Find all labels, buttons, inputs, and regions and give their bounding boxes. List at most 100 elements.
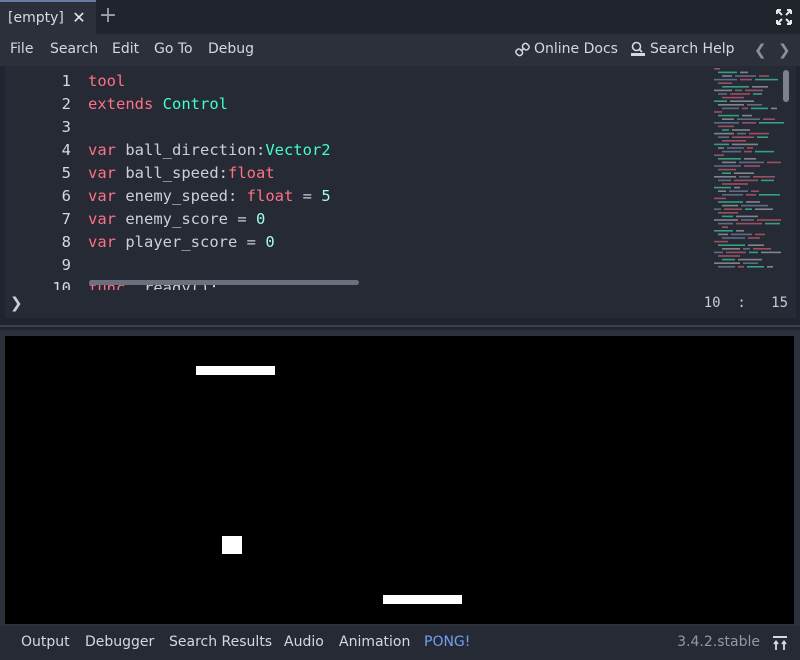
- menu-go-to[interactable]: Go To: [154, 41, 193, 57]
- minimap-line: [747, 147, 753, 149]
- expand-panel-icon[interactable]: [772, 635, 788, 651]
- code-token: 5: [321, 187, 331, 205]
- minimap-line: [742, 114, 752, 117]
- minimap-line: [722, 118, 734, 120]
- close-icon[interactable]: ✕: [72, 10, 86, 26]
- online-docs-button[interactable]: Online Docs: [515, 41, 618, 57]
- minimap-line: [747, 104, 762, 106]
- minimap-line: [722, 161, 736, 164]
- line-number: 4: [61, 141, 71, 159]
- code-token: var: [88, 233, 116, 251]
- minimap-line: [759, 122, 784, 124]
- menu-debug[interactable]: Debug: [208, 41, 254, 57]
- minimap-line: [736, 230, 744, 232]
- horizontal-scrollbar[interactable]: [89, 280, 359, 285]
- minimap-line: [744, 150, 752, 153]
- tab-search-results[interactable]: Search Results: [169, 634, 272, 650]
- code-minimap[interactable]: [710, 66, 788, 276]
- code-editor[interactable]: 1 2 3 4 5 6 7 8 9 10 tool extends Control var ball…: [5, 66, 796, 290]
- minimap-line: [718, 233, 728, 236]
- minimap-line: [722, 172, 731, 174]
- minimap-line: [718, 82, 732, 84]
- line-number: 7: [61, 210, 71, 228]
- minimap-line: [722, 204, 738, 207]
- minimap-line: [714, 89, 732, 92]
- minimap-line: [714, 230, 733, 232]
- minimap-line: [730, 100, 754, 102]
- line-number: 2: [61, 95, 71, 113]
- panel-splitter[interactable]: [0, 325, 800, 327]
- minimap-line: [714, 132, 734, 135]
- minimap-line: [757, 219, 781, 221]
- minimap-line: [714, 219, 738, 221]
- minimap-line: [718, 125, 734, 128]
- minimap-line: [718, 201, 743, 203]
- tab-pong[interactable]: PONG!: [424, 634, 470, 650]
- minimap-line: [737, 132, 746, 135]
- add-tab-icon[interactable]: +: [98, 5, 118, 28]
- minimap-line: [755, 233, 765, 236]
- minimap-line: [746, 194, 756, 196]
- minimap-line: [740, 71, 748, 74]
- code-token: var: [88, 210, 116, 228]
- minimap-line: [742, 107, 748, 110]
- minimap-line: [718, 244, 745, 246]
- minimap-line: [757, 136, 768, 138]
- history-forward-icon[interactable]: ❯: [778, 41, 791, 59]
- minimap-line: [714, 176, 736, 178]
- line-number: 10: [52, 279, 71, 290]
- vertical-scrollbar[interactable]: [783, 70, 789, 102]
- tab-animation[interactable]: Animation: [339, 634, 410, 650]
- tab-debugger[interactable]: Debugger: [85, 634, 154, 650]
- line-number: 1: [61, 72, 71, 90]
- minimap-line: [714, 251, 723, 254]
- minimap-line: [741, 204, 768, 207]
- history-back-icon[interactable]: ❮: [754, 41, 767, 59]
- line-number-gutter: 1 2 3 4 5 6 7 8 9 10: [5, 70, 71, 290]
- code-token: enemy_speed:: [116, 187, 247, 205]
- line-number: 8: [61, 233, 71, 251]
- minimap-line: [718, 266, 735, 268]
- fullscreen-icon[interactable]: [776, 9, 792, 25]
- code-token: float: [227, 164, 275, 182]
- minimap-line: [761, 251, 781, 254]
- code-token: var: [88, 164, 116, 182]
- minimap-line: [714, 68, 720, 70]
- enemy-paddle: [196, 366, 275, 375]
- engine-version: 3.4.2.stable: [677, 634, 760, 650]
- code-line: var enemy_speed: float = 5: [88, 185, 688, 208]
- code-token: player_score =: [116, 233, 266, 251]
- menu-edit[interactable]: Edit: [112, 41, 139, 57]
- minimap-line: [722, 129, 729, 131]
- script-tab-bar: [empty] ✕ +: [0, 0, 800, 34]
- minimap-line: [767, 266, 773, 268]
- minimap-line: [745, 208, 752, 210]
- search-help-button[interactable]: Search Help: [630, 41, 734, 57]
- script-menu-bar: File Search Edit Go To Debug Online Docs…: [0, 34, 800, 66]
- cursor-line: 10: [703, 295, 721, 311]
- error-toggle-icon[interactable]: ❯: [10, 294, 23, 312]
- code-token: ball_direction:: [116, 141, 266, 159]
- tab-output[interactable]: Output: [21, 634, 70, 650]
- minimap-line: [729, 190, 748, 192]
- minimap-line: [722, 140, 746, 142]
- menu-search[interactable]: Search: [50, 41, 98, 57]
- pong-viewport: [5, 336, 794, 624]
- minimap-line: [759, 75, 769, 77]
- tab-audio[interactable]: Audio: [284, 634, 324, 650]
- code-text-area[interactable]: tool extends Control var ball_direction:V…: [88, 70, 688, 290]
- minimap-line: [734, 172, 754, 174]
- minimap-line: [738, 266, 744, 268]
- code-line: var enemy_score = 0: [88, 208, 688, 231]
- minimap-line: [744, 158, 756, 160]
- script-tab[interactable]: [empty] ✕: [0, 0, 96, 34]
- menu-file[interactable]: File: [10, 41, 33, 57]
- code-token: var: [88, 141, 116, 159]
- bottom-panel-bar: Output Debugger Search Results Audio Ani…: [0, 626, 800, 660]
- minimap-line: [722, 107, 739, 110]
- minimap-line: [718, 190, 726, 192]
- minimap-line: [759, 194, 780, 196]
- code-token: ball_speed:: [116, 164, 228, 182]
